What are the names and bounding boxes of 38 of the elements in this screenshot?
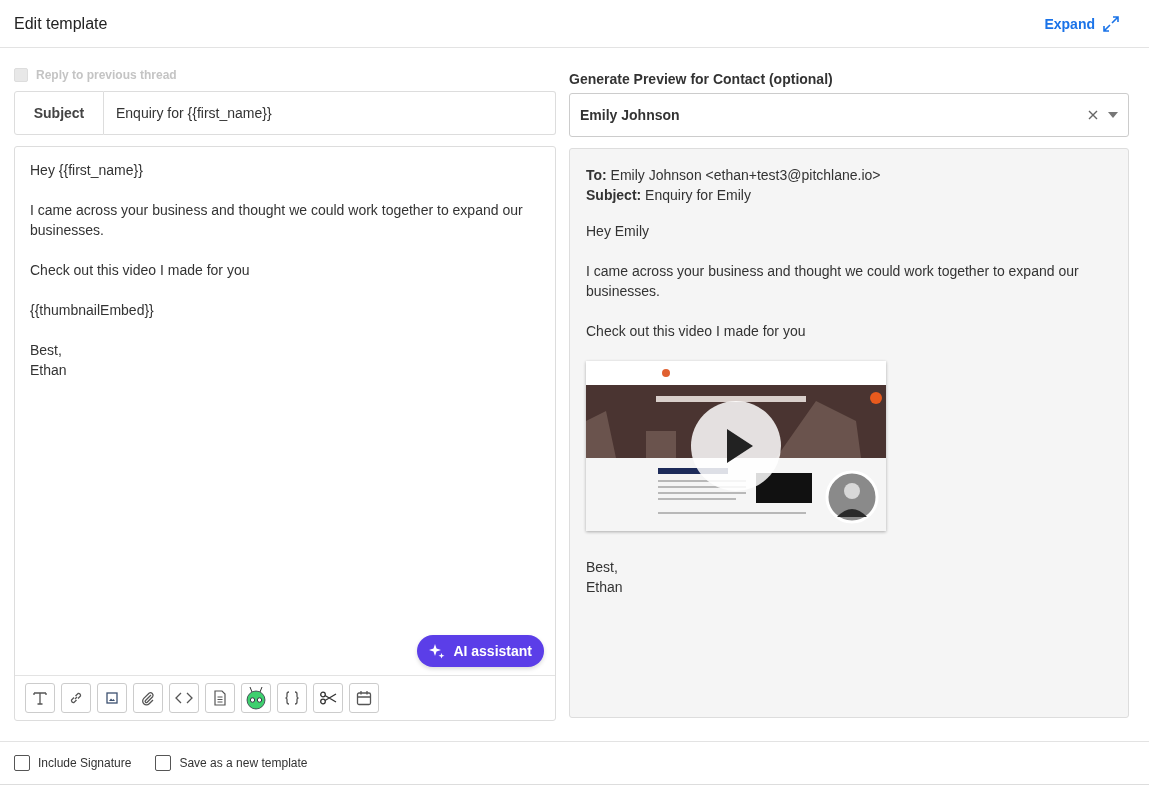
paperclip-icon[interactable] — [133, 683, 163, 714]
ai-assistant-button[interactable]: AI assistant — [417, 635, 544, 668]
reply-label: Reply to previous thread — [36, 68, 177, 83]
preview-paragraph: Best, Ethan — [586, 558, 624, 598]
dialog-title: Edit template — [14, 14, 108, 33]
clear-icon[interactable] — [1088, 110, 1098, 121]
code-icon[interactable] — [169, 683, 199, 714]
option-label: Save as a new template — [179, 756, 308, 771]
text-format-icon[interactable] — [25, 683, 55, 714]
expand-link[interactable]: Expand — [1044, 15, 1119, 32]
option-checkbox[interactable] — [155, 755, 172, 772]
option-label: Include Signature — [38, 756, 132, 771]
preview-contact-label: Generate Preview for Contact (optional) — [569, 71, 834, 90]
preview-paragraph: Check out this video I made for you — [586, 322, 807, 342]
caret-icon[interactable] — [1108, 112, 1118, 119]
subject-line: Subject: Enquiry for Emily — [586, 186, 752, 206]
body-paragraph: {{thumbnailEmbed}} — [30, 301, 155, 321]
option-checkbox[interactable] — [14, 755, 30, 772]
play-icon[interactable] — [691, 401, 781, 492]
contact-select[interactable]: Emily Johnson — [569, 93, 1129, 138]
preview-paragraph: I came across your business and thought we could work together to expand our businesses. — [586, 262, 1080, 302]
subject-label: Subject — [14, 91, 104, 136]
expand-icon — [1103, 15, 1119, 32]
body-paragraph: Best, Ethan — [30, 341, 68, 381]
robot-icon[interactable] — [241, 683, 271, 714]
body-paragraph: I came across your business and thought we could work together to expand our businesses. — [30, 201, 524, 241]
preview-paragraph: Hey Emily — [586, 222, 650, 242]
body-paragraph: Check out this video I made for you — [30, 261, 251, 281]
document-icon[interactable] — [205, 683, 235, 714]
sparkle-icon — [429, 643, 446, 660]
link-icon[interactable] — [61, 683, 91, 714]
to-line: To: Emily Johnson <ethan+test3@pitchlane.io> — [586, 166, 882, 186]
scissors-icon[interactable] — [313, 683, 343, 714]
body-paragraph: Hey {{first_name}} — [30, 161, 144, 181]
subject-field[interactable]: Enquiry for {{first_name}} — [104, 91, 556, 136]
image-icon[interactable] — [97, 683, 127, 714]
calendar-icon[interactable] — [349, 683, 379, 714]
braces-icon[interactable] — [277, 683, 307, 714]
